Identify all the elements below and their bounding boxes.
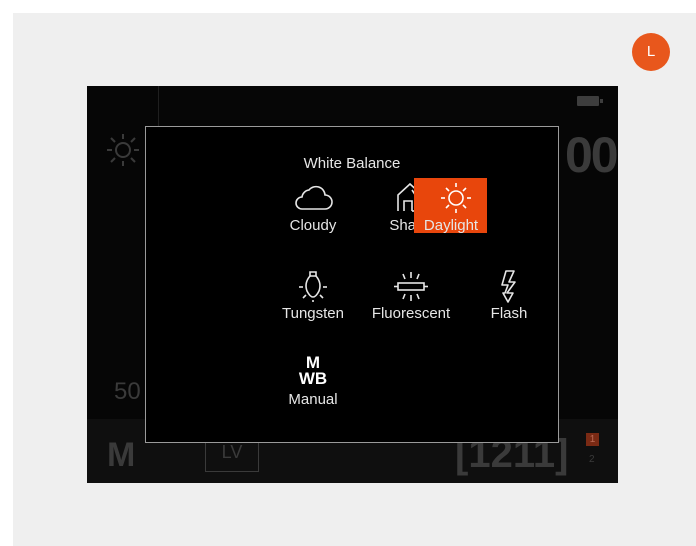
wb-option-daylight[interactable]: Daylight [414, 178, 494, 235]
cloud-icon [295, 185, 333, 210]
wb-option-fluorescent[interactable]: Fluorescent [370, 267, 452, 323]
wb-status-sun-icon [107, 134, 139, 166]
wb-option-label: Tungsten [282, 305, 344, 322]
wb-option-label: Flash [490, 305, 528, 322]
wb-option-label: Manual [288, 391, 338, 408]
battery-icon [577, 96, 603, 106]
wb-option-manual[interactable]: M WB Manual [272, 353, 354, 409]
card-slot-2: 2 [589, 454, 595, 465]
wb-option-cloudy[interactable]: Cloudy [272, 179, 354, 235]
sun-icon [441, 183, 471, 213]
wb-option-label: Fluorescent [371, 305, 451, 322]
flash-icon [501, 270, 516, 303]
manual-wb-icon: M WB [292, 354, 334, 389]
dialog-title: White Balance [303, 155, 401, 172]
manual-icon-line-2: WB [298, 369, 328, 388]
shutter-value: 00 [565, 127, 618, 183]
fluorescent-tube-icon [394, 272, 428, 301]
card-slot-1: 1 [586, 433, 599, 446]
camera-screen: 00 50 M LV [1211] 1 2 White Balance Clou… [87, 86, 618, 483]
corner-badge: L [632, 33, 670, 71]
exposure-mode: M [107, 436, 136, 474]
wb-option-label: Cloudy [289, 217, 337, 234]
bulb-icon [299, 271, 327, 302]
wb-option-label: Daylight [423, 217, 479, 234]
white-balance-dialog: White Balance Cloudy Shade Daylight Tung… [145, 126, 559, 443]
iso-value: 50 [114, 378, 141, 405]
wb-option-flash[interactable]: Flash [468, 267, 550, 323]
wb-option-tungsten[interactable]: Tungsten [272, 267, 354, 323]
